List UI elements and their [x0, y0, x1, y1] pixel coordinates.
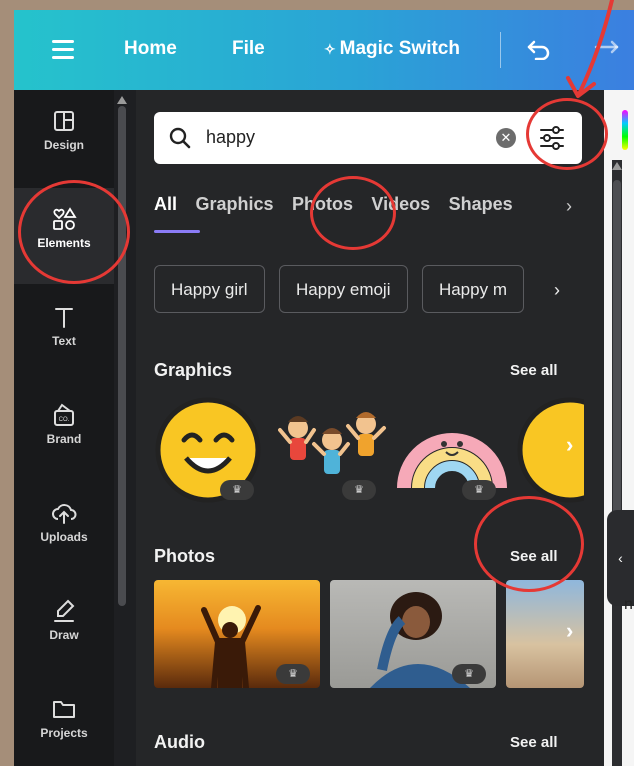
search-icon	[169, 127, 191, 149]
rail-item-label: Projects	[40, 726, 88, 740]
file-menu[interactable]: File	[232, 38, 265, 60]
panel-scrollbar[interactable]	[612, 160, 622, 766]
premium-crown-icon: ♛	[462, 480, 496, 500]
chevron-right-icon[interactable]: ›	[566, 618, 573, 644]
magic-wand-icon: ✧	[324, 41, 340, 57]
svg-text:CO.: CO.	[59, 417, 70, 423]
graphics-see-all-link[interactable]: See all	[510, 362, 558, 379]
rail-item-design[interactable]: Design	[14, 90, 114, 186]
draw-icon	[54, 599, 75, 622]
rail-item-text[interactable]: Text	[14, 286, 114, 382]
collapse-panel-button[interactable]: ‹	[607, 510, 634, 606]
rainbow-graphic[interactable]	[396, 410, 508, 490]
text-icon	[55, 308, 73, 328]
tabs-fade	[516, 190, 566, 224]
edge-text-fragment: n	[624, 596, 633, 613]
rail-item-brand[interactable]: CO. Brand	[14, 384, 114, 480]
suggestion-chips: Happy girl Happy emoji Happy m	[154, 265, 584, 315]
rail-item-label: Uploads	[40, 530, 88, 544]
annotation-circle	[310, 176, 396, 250]
chip-happy-girl[interactable]: Happy girl	[154, 265, 265, 313]
search-input[interactable]: happy	[206, 127, 255, 148]
premium-crown-icon: ♛	[220, 480, 254, 500]
tab-graphics[interactable]: Graphics	[195, 194, 273, 215]
folder-icon	[53, 701, 75, 718]
rail-item-label: Draw	[49, 628, 79, 642]
chip-happy-more[interactable]: Happy m	[421, 265, 524, 313]
layout-icon	[54, 111, 74, 131]
rail-item-draw[interactable]: Draw	[14, 580, 114, 676]
undo-icon[interactable]	[526, 38, 552, 60]
active-tab-indicator	[154, 230, 200, 233]
audio-section-title: Audio	[154, 732, 205, 752]
photos-section-title: Photos	[154, 546, 215, 566]
top-bar: Home File ✧ Magic Switch	[14, 10, 634, 90]
magic-switch-button[interactable]: ✧ Magic Switch	[324, 38, 460, 60]
divider	[500, 32, 501, 68]
tab-shapes[interactable]: Shapes	[449, 194, 513, 215]
rail-item-label: Text	[52, 334, 76, 348]
brand-kit-icon: CO.	[54, 403, 74, 426]
premium-crown-icon: ♛	[276, 664, 310, 684]
annotation-circle	[18, 180, 130, 284]
rail-scrollbar[interactable]	[118, 106, 126, 606]
graphics-section-title: Graphics	[154, 360, 233, 380]
annotation-circle	[474, 496, 584, 592]
color-swatch	[622, 110, 628, 150]
rail-item-label: Brand	[46, 432, 82, 446]
clear-icon[interactable]: ✕	[496, 128, 516, 148]
chevron-right-icon[interactable]: ›	[566, 196, 572, 217]
chevron-right-icon[interactable]: ›	[554, 280, 560, 301]
tab-all[interactable]: All	[154, 194, 177, 215]
scroll-up-icon[interactable]	[612, 162, 622, 170]
rail-scroll-up-icon[interactable]	[117, 96, 127, 104]
smiley-graphic-partial[interactable]	[516, 396, 584, 504]
search-box[interactable]: happy ✕	[154, 112, 582, 164]
premium-crown-icon: ♛	[342, 480, 376, 500]
rail-item-uploads[interactable]: Uploads	[14, 482, 114, 578]
annotation-arrow	[566, 0, 614, 98]
chip-happy-emoji[interactable]: Happy emoji	[279, 265, 408, 313]
menu-icon[interactable]	[52, 40, 74, 59]
premium-crown-icon: ♛	[452, 664, 486, 684]
chevron-right-icon[interactable]: ›	[566, 432, 573, 458]
rail-item-label: Design	[43, 138, 84, 152]
cloud-upload-icon	[52, 504, 77, 524]
rail-item-projects[interactable]: Projects	[14, 678, 114, 766]
home-menu[interactable]: Home	[124, 38, 177, 60]
audio-see-all-link[interactable]: See all	[510, 734, 558, 751]
